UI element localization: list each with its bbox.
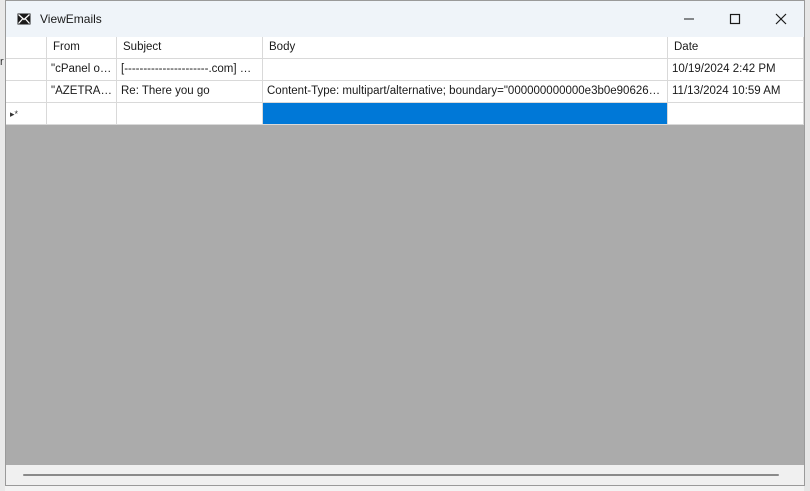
cell-from[interactable]: "AZETRA"...	[47, 81, 117, 103]
close-icon	[775, 13, 787, 25]
table-row[interactable]: "cPanel on... [----------------------.co…	[6, 59, 804, 81]
cell-subject[interactable]: [----------------------.com] Client ...	[117, 59, 263, 81]
column-header-date[interactable]: Date	[668, 37, 804, 59]
maximize-icon	[729, 13, 741, 25]
row-header[interactable]	[6, 81, 47, 103]
new-cell-from[interactable]	[47, 103, 117, 125]
window-title: ViewEmails	[40, 12, 102, 26]
row-header[interactable]	[6, 59, 47, 81]
new-cell-body-selected[interactable]	[263, 103, 668, 125]
minimize-button[interactable]	[666, 1, 712, 37]
emails-datagrid[interactable]: From Subject Body Date "cPanel on... [--…	[6, 37, 804, 465]
column-header-subject[interactable]: Subject	[117, 37, 263, 59]
maximize-button[interactable]	[712, 1, 758, 37]
header-row: From Subject Body Date	[6, 37, 804, 59]
new-row[interactable]: ▸*	[6, 103, 804, 125]
cell-date[interactable]: 11/13/2024 10:59 AM	[668, 81, 804, 103]
minimize-icon	[684, 18, 694, 20]
scrollbar-thumb[interactable]	[23, 474, 779, 476]
new-cell-subject[interactable]	[117, 103, 263, 125]
mail-icon	[15, 10, 33, 28]
row-header-corner[interactable]	[6, 37, 47, 59]
view-emails-window: ViewEmails From Subject Body Date "cPane…	[5, 0, 805, 486]
cell-from[interactable]: "cPanel on...	[47, 59, 117, 81]
caption-buttons	[666, 1, 804, 37]
new-row-marker-icon: ▸*	[10, 109, 19, 119]
title-bar[interactable]: ViewEmails	[6, 1, 804, 37]
horizontal-scrollbar[interactable]	[6, 465, 804, 485]
cell-subject[interactable]: Re: There you go	[117, 81, 263, 103]
cell-body[interactable]	[263, 59, 668, 81]
new-cell-date[interactable]	[668, 103, 804, 125]
cell-date[interactable]: 10/19/2024 2:42 PM	[668, 59, 804, 81]
background-text: r	[0, 56, 4, 68]
cell-body[interactable]: Content-Type: multipart/alternative; bou…	[263, 81, 668, 103]
column-header-from[interactable]: From	[47, 37, 117, 59]
table-row[interactable]: "AZETRA"... Re: There you go Content-Typ…	[6, 81, 804, 103]
new-row-marker[interactable]: ▸*	[6, 103, 47, 125]
close-button[interactable]	[758, 1, 804, 37]
column-header-body[interactable]: Body	[263, 37, 668, 59]
